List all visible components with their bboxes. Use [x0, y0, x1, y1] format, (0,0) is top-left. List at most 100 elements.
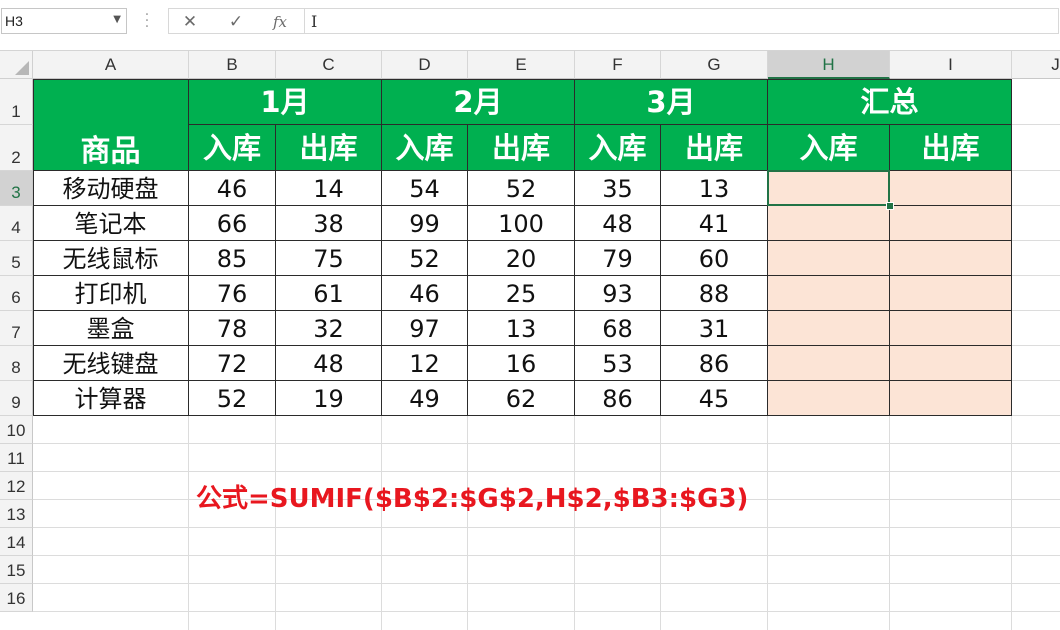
value-cell[interactable]: 19 [276, 381, 382, 416]
value-cell[interactable]: 48 [276, 346, 382, 381]
fill-handle[interactable] [886, 202, 894, 210]
row-header-7[interactable]: 7 [0, 311, 33, 346]
out-header-month-2[interactable]: 出库 [468, 125, 575, 171]
value-cell[interactable]: 13 [661, 171, 768, 206]
formula-input[interactable]: I [304, 8, 1059, 34]
value-cell[interactable]: 62 [468, 381, 575, 416]
value-cell[interactable]: 93 [575, 276, 661, 311]
column-header-b[interactable]: B [189, 51, 276, 79]
row-header-16[interactable]: 16 [0, 584, 33, 612]
value-cell[interactable]: 41 [661, 206, 768, 241]
row-header-14[interactable]: 14 [0, 528, 33, 556]
month-header-2[interactable]: 2月 [382, 79, 575, 125]
value-cell[interactable]: 99 [382, 206, 468, 241]
column-header-j[interactable]: J [1012, 51, 1060, 79]
value-cell[interactable]: 49 [382, 381, 468, 416]
check-icon[interactable]: ✓ [223, 11, 249, 33]
column-header-d[interactable]: D [382, 51, 468, 79]
product-cell[interactable]: 墨盒 [33, 311, 189, 346]
row-header-6[interactable]: 6 [0, 276, 33, 311]
summary-out-cell[interactable] [890, 276, 1012, 311]
value-cell[interactable]: 14 [276, 171, 382, 206]
cancel-icon[interactable]: ✕ [177, 11, 203, 33]
value-cell[interactable]: 25 [468, 276, 575, 311]
value-cell[interactable]: 16 [468, 346, 575, 381]
summary-in-cell[interactable] [768, 381, 890, 416]
summary-out-header[interactable]: 出库 [890, 125, 1012, 171]
drag-handle-icon[interactable]: · · · [144, 8, 150, 34]
value-cell[interactable]: 20 [468, 241, 575, 276]
row-header-9[interactable]: 9 [0, 381, 33, 416]
row-header-15[interactable]: 15 [0, 556, 33, 584]
value-cell[interactable]: 12 [382, 346, 468, 381]
insert-function-icon[interactable]: fx [267, 11, 293, 33]
column-header-a[interactable]: A [33, 51, 189, 79]
name-box[interactable]: H3 ▼ [1, 8, 127, 34]
value-cell[interactable]: 100 [468, 206, 575, 241]
row-header-4[interactable]: 4 [0, 206, 33, 241]
product-cell[interactable]: 笔记本 [33, 206, 189, 241]
summary-in-cell[interactable] [768, 276, 890, 311]
product-cell[interactable]: 计算器 [33, 381, 189, 416]
column-header-h[interactable]: H [768, 51, 890, 79]
row-header-10[interactable]: 10 [0, 416, 33, 444]
select-all-button[interactable] [0, 51, 33, 79]
summary-out-cell[interactable] [890, 206, 1012, 241]
row-header-13[interactable]: 13 [0, 500, 33, 528]
summary-out-cell[interactable] [890, 381, 1012, 416]
value-cell[interactable]: 53 [575, 346, 661, 381]
value-cell[interactable]: 35 [575, 171, 661, 206]
product-cell[interactable]: 移动硬盘 [33, 171, 189, 206]
value-cell[interactable]: 72 [189, 346, 276, 381]
summary-in-cell[interactable] [768, 241, 890, 276]
value-cell[interactable]: 66 [189, 206, 276, 241]
summary-out-cell[interactable] [890, 311, 1012, 346]
value-cell[interactable]: 13 [468, 311, 575, 346]
in-header-month-2[interactable]: 入库 [382, 125, 468, 171]
value-cell[interactable]: 78 [189, 311, 276, 346]
summary-out-cell[interactable] [890, 346, 1012, 381]
value-cell[interactable]: 52 [382, 241, 468, 276]
value-cell[interactable]: 38 [276, 206, 382, 241]
in-header-month-1[interactable]: 入库 [189, 125, 276, 171]
value-cell[interactable]: 76 [189, 276, 276, 311]
chevron-down-icon[interactable]: ▼ [113, 14, 121, 25]
column-header-e[interactable]: E [468, 51, 575, 79]
summary-out-cell[interactable] [890, 171, 1012, 206]
summary-in-header[interactable]: 入库 [768, 125, 890, 171]
summary-out-cell[interactable] [890, 241, 1012, 276]
summary-header[interactable]: 汇总 [768, 79, 1012, 125]
value-cell[interactable]: 75 [276, 241, 382, 276]
value-cell[interactable]: 32 [276, 311, 382, 346]
value-cell[interactable]: 46 [189, 171, 276, 206]
row-header-1[interactable]: 1 [0, 79, 33, 125]
value-cell[interactable]: 85 [189, 241, 276, 276]
out-header-month-1[interactable]: 出库 [276, 125, 382, 171]
value-cell[interactable]: 31 [661, 311, 768, 346]
value-cell[interactable]: 60 [661, 241, 768, 276]
row-header-11[interactable]: 11 [0, 444, 33, 472]
summary-in-cell[interactable] [768, 311, 890, 346]
value-cell[interactable]: 45 [661, 381, 768, 416]
value-cell[interactable]: 86 [575, 381, 661, 416]
product-header-cell[interactable]: 商品 [33, 79, 189, 171]
selected-cell-h3[interactable] [767, 170, 890, 206]
value-cell[interactable]: 86 [661, 346, 768, 381]
in-header-month-3[interactable]: 入库 [575, 125, 661, 171]
value-cell[interactable]: 48 [575, 206, 661, 241]
product-cell[interactable]: 打印机 [33, 276, 189, 311]
column-header-i[interactable]: I [890, 51, 1012, 79]
column-header-c[interactable]: C [276, 51, 382, 79]
month-header-1[interactable]: 1月 [189, 79, 382, 125]
value-cell[interactable]: 61 [276, 276, 382, 311]
value-cell[interactable]: 52 [189, 381, 276, 416]
month-header-3[interactable]: 3月 [575, 79, 768, 125]
value-cell[interactable]: 46 [382, 276, 468, 311]
summary-in-cell[interactable] [768, 206, 890, 241]
out-header-month-3[interactable]: 出库 [661, 125, 768, 171]
summary-in-cell[interactable] [768, 346, 890, 381]
column-header-f[interactable]: F [575, 51, 661, 79]
column-header-g[interactable]: G [661, 51, 768, 79]
product-cell[interactable]: 无线鼠标 [33, 241, 189, 276]
value-cell[interactable]: 68 [575, 311, 661, 346]
